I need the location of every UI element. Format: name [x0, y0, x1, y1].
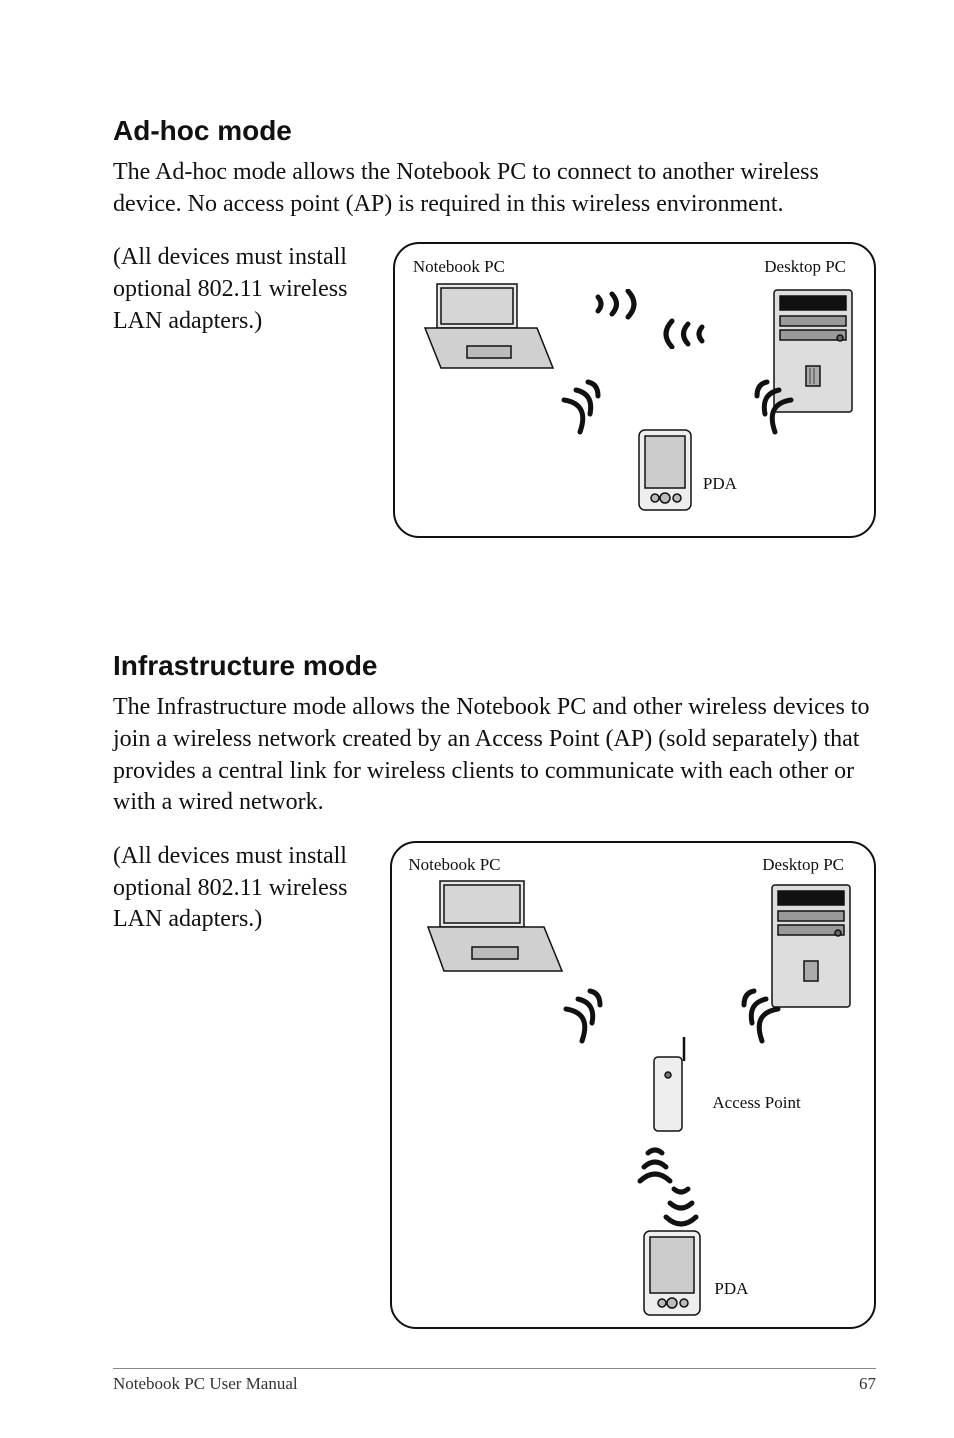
adhoc-diagram: Notebook PC Desktop PC PDA: [393, 242, 876, 538]
infra-diagram: Notebook PC Desktop PC Access Point PDA: [390, 841, 876, 1329]
footer-manual: Notebook PC User Manual: [113, 1374, 298, 1394]
waves-h-icon: [590, 289, 710, 349]
label-desktop: Desktop PC: [764, 257, 846, 277]
waves-d2-icon: [715, 374, 815, 454]
notebook-icon: [419, 280, 559, 380]
label-ap: Access Point: [712, 1093, 800, 1113]
infra-row: (All devices must install optional 802.1…: [113, 841, 876, 1329]
footer-page: 67: [859, 1374, 876, 1394]
pda2-icon: [640, 1227, 704, 1319]
waves-right-icon: [702, 983, 802, 1063]
waves-vert-icon: [628, 1139, 708, 1229]
infra-sidenote: (All devices must install optional 802.1…: [113, 841, 376, 936]
adhoc-row: (All devices must install optional 802.1…: [113, 242, 876, 538]
infra-heading: Infrastructure mode: [113, 650, 876, 682]
adhoc-desc: The Ad-hoc mode allows the Notebook PC t…: [113, 157, 876, 220]
notebook2-icon: [420, 877, 570, 985]
waves-left-icon: [552, 983, 652, 1063]
infra-desc: The Infrastructure mode allows the Noteb…: [113, 692, 876, 819]
adhoc-heading: Ad-hoc mode: [113, 115, 876, 147]
label-pda2: PDA: [714, 1279, 748, 1299]
waves-d1-icon: [550, 374, 650, 454]
label-desktop2: Desktop PC: [762, 855, 844, 875]
page-footer: Notebook PC User Manual 67: [113, 1368, 876, 1394]
label-pda: PDA: [703, 474, 737, 494]
adhoc-sidenote: (All devices must install optional 802.1…: [113, 242, 379, 337]
label-notebook2: Notebook PC: [408, 855, 500, 875]
label-notebook: Notebook PC: [413, 257, 505, 277]
